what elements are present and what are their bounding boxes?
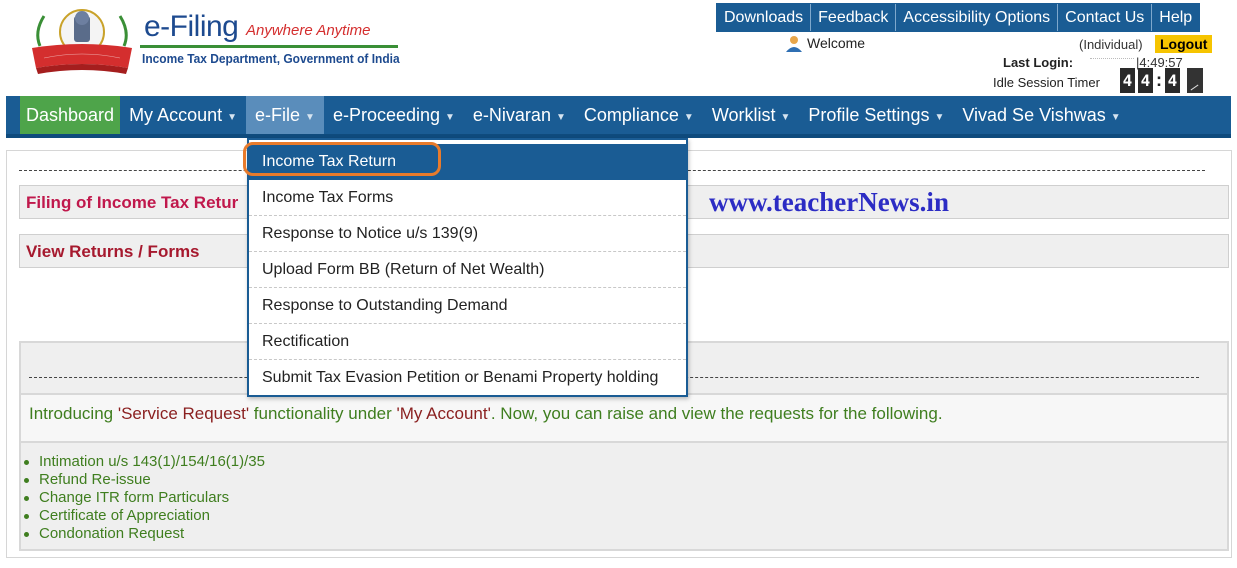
service-label: Change ITR form Particulars [39,489,230,506]
notice-suffix: . Now, you can raise and view the reques… [490,404,943,423]
service-label: Condonation Request [39,525,185,542]
bullet-icon [24,513,29,519]
nav-label: e-File [255,104,301,125]
notice-text: Introducing 'Service Request' functional… [29,404,943,424]
caret-down-icon: ▼ [305,111,315,123]
nav-label: e-Nivaran [472,104,551,125]
list-item: Refund Re-issue [24,471,265,489]
panel-title: View Returns / Forms [26,242,200,261]
nav-profile-settings[interactable]: Profile Settings ▼ [799,96,953,134]
help-link[interactable]: Help [1152,4,1199,31]
downloads-link[interactable]: Downloads [717,4,812,31]
menu-item-upload-form-bb[interactable]: Upload Form BB (Return of Net Wealth) [249,252,686,288]
menu-item-response-to-notice[interactable]: Response to Notice u/s 139(9) [249,216,686,252]
list-item: Change ITR form Particulars [24,489,265,507]
menu-item-rectification[interactable]: Rectification [249,324,686,360]
brand-rule [140,45,398,48]
caret-down-icon: ▼ [555,111,566,123]
caret-down-icon: ▼ [934,111,945,123]
welcome-area: Welcome [785,34,865,52]
caret-down-icon: ▼ [683,111,694,123]
nav-label: Worklist [711,104,776,125]
panel-title: Filing of Income Tax Retur [26,193,239,212]
e-file-dropdown-menu: Income Tax Return Income Tax Forms Respo… [247,138,688,397]
nav-label: My Account [129,104,223,125]
nav-vivad-se-vishwas[interactable]: Vivad Se Vishwas ▼ [953,96,1129,134]
nav-e-nivaran[interactable]: e-Nivaran ▼ [464,96,575,134]
brand-tagline: Anywhere Anytime [246,22,371,39]
idle-session-timer: 4 4 : 4 [1120,68,1203,93]
nav-label: Dashboard [26,104,115,125]
nav-compliance[interactable]: Compliance ▼ [575,96,703,134]
service-label: Refund Re-issue [39,471,151,488]
service-request-list: Intimation u/s 143(1)/154/16(1)/35 Refun… [24,453,265,543]
accessibility-options-link[interactable]: Accessibility Options [896,4,1059,31]
notice-highlight-my-account: 'My Account' [396,404,491,423]
feedback-link[interactable]: Feedback [811,4,897,31]
timer-digit: 4 [1138,68,1153,93]
caret-down-icon: ▼ [780,111,791,123]
user-type-label: (Individual) [1079,37,1143,52]
nav-worklist[interactable]: Worklist ▼ [703,96,800,134]
list-item: Intimation u/s 143(1)/154/16(1)/35 [24,453,265,471]
user-icon [786,36,802,52]
nav-label: Vivad Se Vishwas [962,104,1106,125]
service-label: Certificate of Appreciation [39,507,210,524]
bullet-icon [24,495,29,501]
logout-button[interactable]: Logout [1155,35,1213,53]
nav-my-account[interactable]: My Account ▼ [120,96,246,134]
contact-us-link[interactable]: Contact Us [1058,4,1153,31]
income-tax-emblem-logo [32,9,132,74]
notice-middle: functionality under [249,404,397,423]
menu-item-income-tax-forms[interactable]: Income Tax Forms [249,180,686,216]
nav-label: e-Proceeding [332,104,441,125]
nav-label: Profile Settings [808,104,930,125]
caret-down-icon: ▼ [445,111,455,123]
nav-dashboard[interactable]: Dashboard [20,96,121,134]
timer-digit: 4 [1120,68,1135,93]
brand-title: e-Filing [144,10,239,43]
nav-e-proceeding[interactable]: e-Proceeding ▼ [324,96,464,134]
bullet-icon [24,459,29,465]
timer-digit: 4 [1165,68,1180,93]
idle-session-timer-label: Idle Session Timer [993,75,1100,90]
bullet-icon [24,531,29,537]
timer-extend-icon[interactable] [1187,68,1203,93]
caret-down-icon: ▼ [227,111,238,123]
nav-label: Compliance [583,104,679,125]
list-item: Certificate of Appreciation [24,507,265,525]
brand-subtitle: Income Tax Department, Government of Ind… [142,51,400,66]
nav-e-file[interactable]: e-File ▼ [246,96,324,134]
list-item: Condonation Request [24,525,265,543]
top-links-bar: Downloads Feedback Accessibility Options… [716,3,1201,32]
caret-down-icon: ▼ [1110,111,1121,123]
notice-prefix: Introducing [29,404,118,423]
welcome-text: Welcome [807,35,866,51]
timer-colon: : [1156,70,1162,90]
bullet-icon [24,477,29,483]
notice-highlight-service-request: 'Service Request' [117,404,250,423]
header: e-Filing Anywhere Anytime Income Tax Dep… [0,0,1237,96]
main-navigation: Dashboard My Account ▼ e-File ▼ e-Proceedi… [6,96,1231,138]
last-login-date-redacted [1090,58,1134,66]
menu-item-tax-evasion-petition[interactable]: Submit Tax Evasion Petition or Benami Pr… [249,360,686,396]
notice-banner: Introducing 'Service Request' functional… [21,393,1227,443]
service-label: Intimation u/s 143(1)/154/16(1)/35 [39,453,265,470]
last-login-label: Last Login: [1003,55,1074,70]
menu-item-income-tax-return[interactable]: Income Tax Return [249,144,686,180]
menu-item-outstanding-demand[interactable]: Response to Outstanding Demand [249,288,686,324]
watermark-text: www.teacherNews.in [709,187,949,217]
